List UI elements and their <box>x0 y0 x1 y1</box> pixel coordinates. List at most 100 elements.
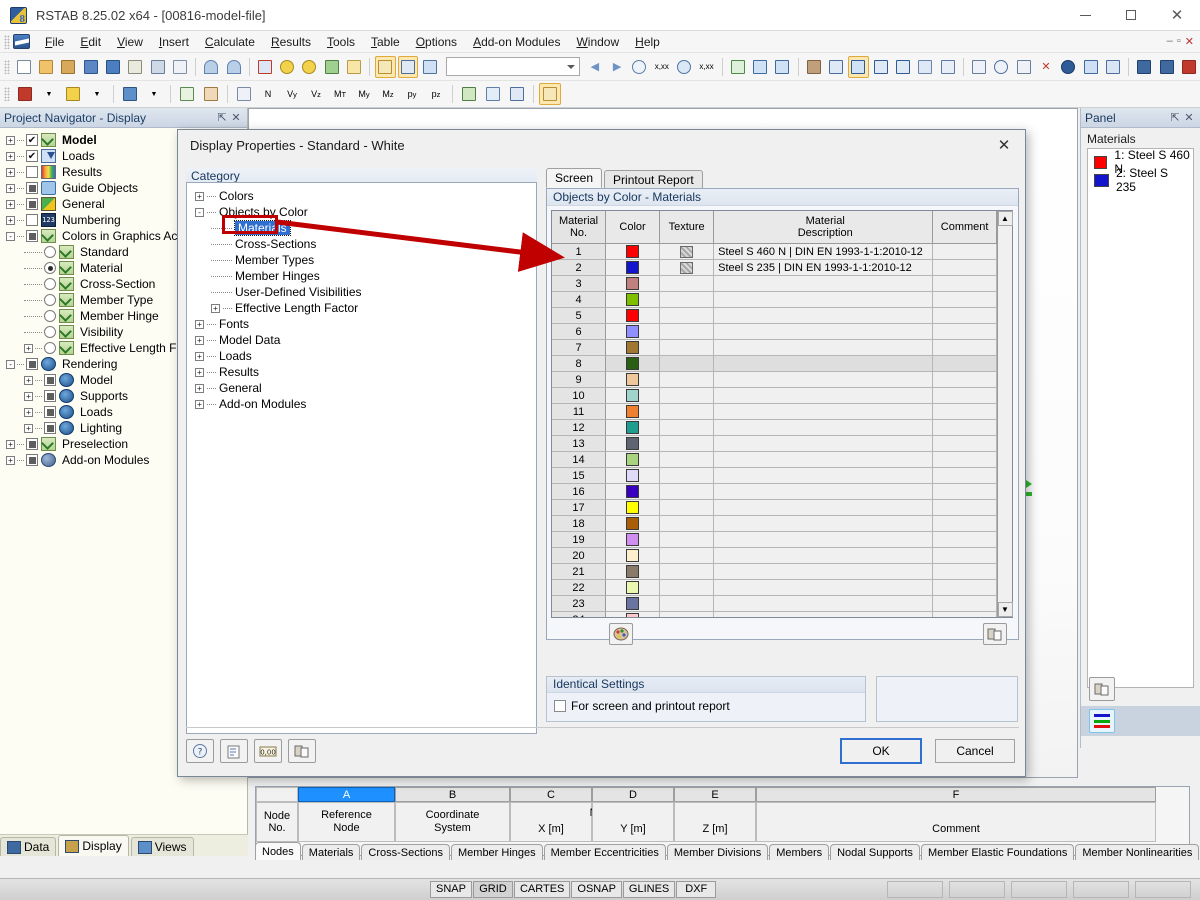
expander-icon[interactable]: + <box>24 376 33 385</box>
table-row[interactable]: 24 <box>552 612 997 617</box>
open-file-icon[interactable] <box>36 56 56 78</box>
color-swatch[interactable] <box>626 261 639 274</box>
cell-texture[interactable] <box>660 340 714 356</box>
dialog-tab-printout-report[interactable]: Printout Report <box>604 170 703 188</box>
color-swatch[interactable] <box>626 565 639 578</box>
expander-icon[interactable]: + <box>195 320 204 329</box>
materials-table-scrollbar[interactable]: ▲ ▼ <box>997 211 1012 617</box>
copy-settings-icon[interactable] <box>983 623 1007 645</box>
expander-icon[interactable]: + <box>24 344 33 353</box>
result-N-icon[interactable]: N <box>257 83 279 105</box>
checkbox[interactable] <box>26 166 38 178</box>
load-case-combo[interactable] <box>446 57 580 76</box>
cell-comment[interactable] <box>933 372 997 388</box>
toolbar-grip-2[interactable] <box>4 87 10 101</box>
checkbox[interactable]: ✔ <box>26 134 38 146</box>
menu-window[interactable]: Window <box>568 32 627 52</box>
category-item-results[interactable]: +Results <box>195 364 536 380</box>
cell-texture[interactable] <box>660 356 714 372</box>
rotate-icon[interactable] <box>991 56 1011 78</box>
expander-icon[interactable]: + <box>6 456 15 465</box>
cell-texture[interactable] <box>660 436 714 452</box>
color-swatch[interactable] <box>626 437 639 450</box>
category-item-fonts[interactable]: +Fonts <box>195 316 536 332</box>
result-Mz-icon[interactable]: Mz <box>377 83 399 105</box>
cell-color[interactable] <box>606 292 660 308</box>
cell-color[interactable] <box>606 388 660 404</box>
dropdown-arrow-3-icon[interactable]: ▼ <box>143 83 165 105</box>
help-icon[interactable]: ? <box>186 739 214 763</box>
color-swatch[interactable] <box>626 309 639 322</box>
nodal-support-icon[interactable] <box>1134 56 1154 78</box>
checkbox[interactable] <box>26 198 38 210</box>
cell-texture[interactable] <box>660 260 714 276</box>
copy-view-icon[interactable] <box>344 56 364 78</box>
category-item-cross-sections[interactable]: Cross-Sections <box>195 236 536 252</box>
cell-color[interactable] <box>606 356 660 372</box>
expander-icon[interactable]: + <box>6 184 15 193</box>
settings-icon[interactable] <box>1080 56 1100 78</box>
menu-help[interactable]: Help <box>627 32 668 52</box>
cell-comment[interactable] <box>933 324 997 340</box>
color-swatch[interactable] <box>626 293 639 306</box>
cell-texture[interactable] <box>660 324 714 340</box>
cell-comment[interactable] <box>933 596 997 612</box>
cell-color[interactable] <box>606 372 660 388</box>
table-row[interactable]: 21 <box>552 564 997 580</box>
cell-comment[interactable] <box>933 404 997 420</box>
category-item-loads[interactable]: +Loads <box>195 348 536 364</box>
table-row[interactable]: 16 <box>552 484 997 500</box>
cell-texture[interactable] <box>660 564 714 580</box>
identical-settings-row[interactable]: For screen and printout report <box>547 693 865 719</box>
table-row[interactable]: 23 <box>552 596 997 612</box>
table-row[interactable]: 7 <box>552 340 997 356</box>
mdi-minimize-icon[interactable]: – <box>1167 35 1173 48</box>
rendering-mode-icon[interactable] <box>803 56 823 78</box>
cell-comment[interactable] <box>933 484 997 500</box>
new-file-icon[interactable] <box>14 56 34 78</box>
table-row[interactable]: 12 <box>552 420 997 436</box>
table-row[interactable]: 13 <box>552 436 997 452</box>
cell-comment[interactable] <box>933 468 997 484</box>
toolbar-grip-1[interactable] <box>4 60 10 74</box>
expander-icon[interactable]: + <box>195 352 204 361</box>
dialog-tab-screen[interactable]: Screen <box>546 168 602 188</box>
minimize-button[interactable] <box>1062 0 1108 31</box>
render-model-icon[interactable] <box>255 56 275 78</box>
print-icon[interactable] <box>148 56 168 78</box>
member-load-icon[interactable] <box>1179 56 1199 78</box>
info-icon[interactable] <box>1058 56 1078 78</box>
cell-color[interactable] <box>606 596 660 612</box>
model-check-icon[interactable] <box>728 56 748 78</box>
cell-color[interactable] <box>606 564 660 580</box>
cell-texture[interactable] <box>660 532 714 548</box>
radio-button[interactable] <box>44 342 56 354</box>
cell-texture[interactable] <box>660 404 714 420</box>
radio-button[interactable] <box>44 262 56 274</box>
table-row[interactable]: 8 <box>552 356 997 372</box>
table-row[interactable]: 5 <box>552 308 997 324</box>
options-icon[interactable] <box>1103 56 1123 78</box>
menu-tools[interactable]: Tools <box>319 32 363 52</box>
expander-icon[interactable]: + <box>24 424 33 433</box>
expander-icon[interactable]: + <box>195 400 204 409</box>
ok-button[interactable]: OK <box>841 739 921 763</box>
view-isometric-icon[interactable] <box>848 56 868 78</box>
expander-icon[interactable]: + <box>6 136 15 145</box>
cell-texture[interactable] <box>660 372 714 388</box>
texture-icon[interactable] <box>680 246 693 258</box>
clipboard-icon[interactable] <box>288 739 316 763</box>
result-table-icon[interactable] <box>506 83 528 105</box>
expander-icon[interactable]: + <box>6 216 15 225</box>
show-grid-table-icon[interactable] <box>398 56 418 78</box>
dialog-close-button[interactable]: ✕ <box>989 133 1019 157</box>
result-Vy-icon[interactable]: Vy <box>281 83 303 105</box>
color-swatch[interactable] <box>626 581 639 594</box>
scroll-up-icon[interactable]: ▲ <box>998 211 1013 226</box>
close-button[interactable]: ✕ <box>1154 0 1200 31</box>
color-swatch[interactable] <box>626 325 639 338</box>
cell-comment[interactable] <box>933 420 997 436</box>
color-swatch[interactable] <box>626 613 639 617</box>
cell-texture[interactable] <box>660 468 714 484</box>
cell-texture[interactable] <box>660 420 714 436</box>
